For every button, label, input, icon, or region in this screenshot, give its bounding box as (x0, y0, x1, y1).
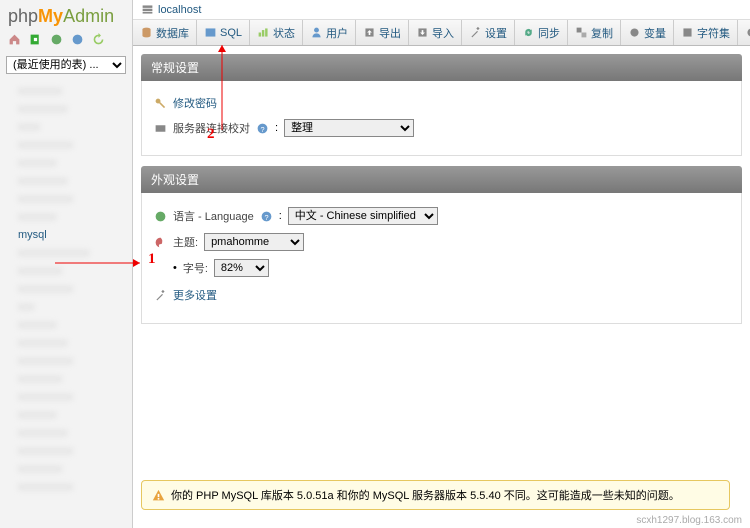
status-icon (257, 26, 270, 39)
collation-icon (154, 122, 167, 135)
breadcrumb-host[interactable]: localhost (158, 4, 201, 16)
db-item[interactable]: xxxxxxxxxx (2, 352, 130, 370)
db-item[interactable]: xxxxxxxxxx (2, 442, 130, 460)
db-item[interactable]: xxxxxxxxxx (2, 190, 130, 208)
nav-toolbar (0, 31, 132, 52)
content-area: 常规设置 修改密码 服务器连接校对 ? : 整理 外观设置 语言 - Langu… (133, 46, 750, 342)
export-icon (363, 26, 376, 39)
language-icon (154, 210, 167, 223)
logo: phpMyAdmin (0, 0, 132, 31)
docs-icon[interactable] (71, 33, 84, 46)
tab-import[interactable]: 导入 (409, 20, 462, 45)
home-icon[interactable] (8, 33, 21, 46)
db-item-mysql[interactable]: mysql (2, 226, 130, 244)
theme-label: 主题: (173, 234, 198, 250)
sql-tab-icon (204, 26, 217, 39)
replication-icon (575, 26, 588, 39)
svg-text:?: ? (264, 212, 268, 221)
charset-icon (681, 26, 694, 39)
wrench-icon (154, 289, 167, 302)
warning-icon (152, 489, 165, 502)
tab-charsets[interactable]: 字符集 (674, 20, 738, 45)
server-icon (141, 3, 154, 16)
db-item[interactable]: xxxxxxxx (2, 370, 130, 388)
change-password-link[interactable]: 修改密码 (173, 95, 217, 111)
watermark: scxh1297.blog.163.com (636, 515, 742, 526)
db-item[interactable]: xxxxxxxxxx (2, 478, 130, 496)
db-item[interactable]: xxxxxxx (2, 316, 130, 334)
tab-settings[interactable]: 设置 (462, 20, 515, 45)
collation-label: 服务器连接校对 (173, 120, 250, 136)
engine-icon (745, 26, 750, 39)
tab-databases[interactable]: 数据库 (133, 20, 197, 45)
help-icon[interactable]: ? (260, 210, 273, 223)
database-list: xxxxxxxx xxxxxxxxx xxxx xxxxxxxxxx xxxxx… (0, 78, 132, 500)
db-item[interactable]: xxxxxxxx (2, 262, 130, 280)
tab-status[interactable]: 状态 (250, 20, 303, 45)
tab-sync[interactable]: 同步 (515, 20, 568, 45)
tab-bar: 数据库 SQL 状态 用户 导出 导入 设置 同步 复制 变量 字符集 引擎 (133, 20, 750, 46)
warning-text: 你的 PHP MySQL 库版本 5.0.51a 和你的 MySQL 服务器版本… (171, 487, 680, 503)
sync-icon (522, 26, 535, 39)
db-item[interactable]: xxxxxxx (2, 208, 130, 226)
db-item[interactable]: xxxxxxxx (2, 82, 130, 100)
logout-icon[interactable] (29, 33, 42, 46)
version-warning: 你的 PHP MySQL 库版本 5.0.51a 和你的 MySQL 服务器版本… (141, 480, 730, 510)
tab-users[interactable]: 用户 (303, 20, 356, 45)
db-item[interactable]: xxxx (2, 118, 130, 136)
language-label: 语言 - Language (173, 208, 254, 224)
db-item[interactable]: xxxxxxxxxx (2, 280, 130, 298)
svg-text:?: ? (260, 124, 264, 133)
tab-sql[interactable]: SQL (197, 20, 250, 45)
db-item[interactable]: xxxxxxxxxx (2, 136, 130, 154)
db-item[interactable]: xxxxxxxxx (2, 100, 130, 118)
sql-icon[interactable] (50, 33, 63, 46)
db-item[interactable]: xxxxxxxxxxxxx (2, 244, 130, 262)
db-item[interactable]: xxx (2, 298, 130, 316)
language-select[interactable]: 中文 - Chinese simplified (288, 207, 438, 225)
tab-engines[interactable]: 引擎 (738, 20, 750, 45)
import-icon (416, 26, 429, 39)
db-icon (140, 26, 153, 39)
appearance-settings-header: 外观设置 (141, 166, 742, 193)
main: localhost 数据库 SQL 状态 用户 导出 导入 设置 同步 复制 变… (133, 0, 750, 528)
db-item[interactable]: xxxxxxx (2, 154, 130, 172)
theme-select[interactable]: pmahomme (204, 233, 304, 251)
help-icon[interactable]: ? (256, 122, 269, 135)
variables-icon (628, 26, 641, 39)
reload-icon[interactable] (92, 33, 105, 46)
db-item[interactable]: xxxxxxxx (2, 460, 130, 478)
more-settings-link[interactable]: 更多设置 (173, 287, 217, 303)
general-settings-header: 常规设置 (141, 54, 742, 81)
tab-replication[interactable]: 复制 (568, 20, 621, 45)
tab-export[interactable]: 导出 (356, 20, 409, 45)
general-settings-body: 修改密码 服务器连接校对 ? : 整理 (141, 81, 742, 156)
db-item[interactable]: xxxxxxxxx (2, 334, 130, 352)
db-item[interactable]: xxxxxxxxx (2, 172, 130, 190)
breadcrumb: localhost (133, 0, 750, 20)
collation-select[interactable]: 整理 (284, 119, 414, 137)
fontsize-label: 字号: (183, 260, 208, 276)
db-item[interactable]: xxxxxxxxxx (2, 388, 130, 406)
db-item[interactable]: xxxxxxx (2, 406, 130, 424)
theme-icon (154, 236, 167, 249)
key-icon (154, 97, 167, 110)
tab-variables[interactable]: 变量 (621, 20, 674, 45)
fontsize-select[interactable]: 82% (214, 259, 269, 277)
recent-tables-select[interactable]: (最近使用的表) ... (6, 56, 126, 74)
db-item[interactable]: xxxxxxxxx (2, 424, 130, 442)
wrench-icon (469, 26, 482, 39)
users-icon (310, 26, 323, 39)
sidebar: phpMyAdmin (最近使用的表) ... xxxxxxxx xxxxxxx… (0, 0, 133, 528)
appearance-settings-body: 语言 - Language ? : 中文 - Chinese simplifie… (141, 193, 742, 324)
